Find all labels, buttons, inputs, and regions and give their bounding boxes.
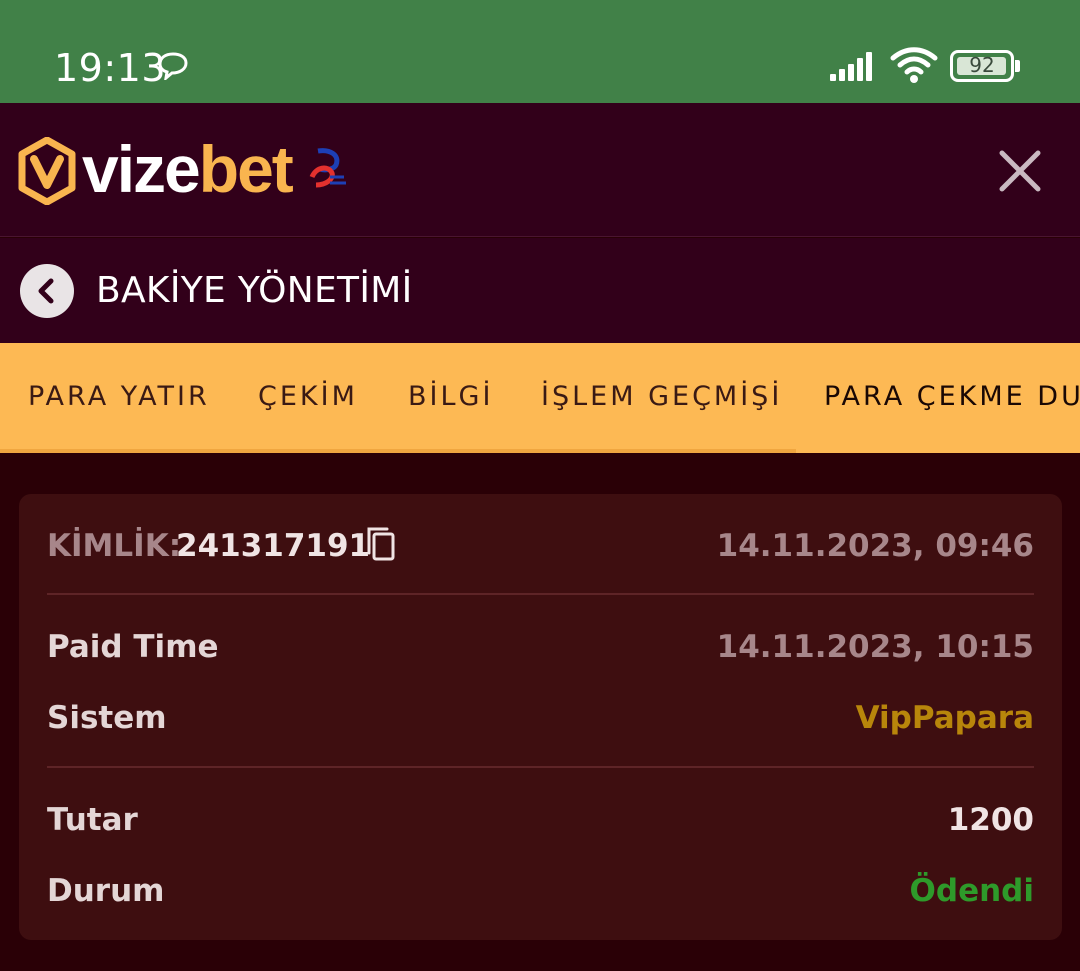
id-value: 241317191 [176, 528, 371, 564]
page-header: BAKİYE YÖNETİMİ [0, 238, 1080, 343]
tab-para-yatir[interactable]: PARA YATIR [28, 381, 210, 412]
battery-level: 92 [969, 53, 995, 77]
tab-bilgi[interactable]: BİLGİ [408, 381, 493, 412]
paid-time-label: Paid Time [47, 629, 219, 665]
close-icon[interactable] [992, 143, 1048, 199]
back-button[interactable] [20, 264, 74, 318]
system-label: Sistem [47, 700, 167, 736]
vizebet-logo-icon [18, 137, 76, 205]
status-value: Ödendi [909, 873, 1034, 909]
partner-logo-icon [309, 148, 346, 188]
chat-bubble-icon [158, 52, 188, 80]
tab-islem-gecmisi[interactable]: İŞLEM GEÇMİŞİ [541, 381, 782, 412]
transaction-card: KİMLİK: 241317191 14.11.2023, 09:46 Paid… [19, 494, 1062, 940]
created-date: 14.11.2023, 09:46 [716, 528, 1034, 564]
amount-label: Tutar [47, 802, 138, 838]
divider [47, 766, 1034, 768]
chevron-left-icon [38, 278, 54, 304]
paid-time-value: 14.11.2023, 10:15 [716, 629, 1034, 665]
copy-icon[interactable] [365, 525, 397, 563]
tab-cekim[interactable]: ÇEKİM [258, 381, 358, 412]
system-value: VipPapara [855, 700, 1034, 736]
status-time: 19:13 [54, 46, 167, 90]
signal-icon [830, 52, 872, 81]
amount-value: 1200 [947, 802, 1034, 838]
battery-icon: 92 [950, 50, 1020, 82]
tab-para-cekme-durumu[interactable]: PARA ÇEKME DUR [824, 381, 1080, 412]
page-title: BAKİYE YÖNETİMİ [96, 270, 413, 311]
logo-text: vizebet [82, 132, 294, 206]
divider [47, 593, 1034, 595]
status-label: Durum [47, 873, 165, 909]
tabs-divider [0, 449, 796, 453]
app-header: vizebet [0, 103, 1080, 237]
tab-bar: PARA YATIR ÇEKİM BİLGİ İŞLEM GEÇMİŞİ PAR… [0, 343, 1080, 453]
wifi-icon [890, 47, 938, 83]
id-label: KİMLİK: [47, 528, 182, 564]
status-bar: 19:13 92 [0, 0, 1080, 103]
